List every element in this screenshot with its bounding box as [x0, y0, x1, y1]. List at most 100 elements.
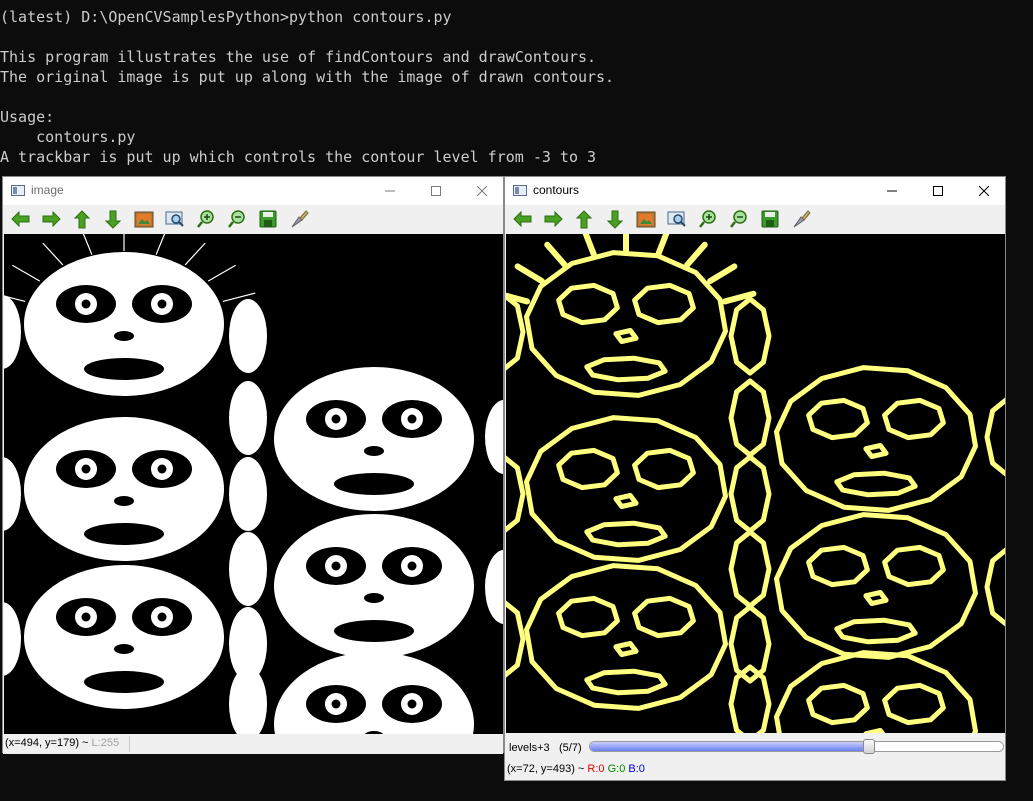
nose-contour	[863, 728, 886, 733]
trackbar-fill	[590, 742, 870, 751]
title-bar[interactable]: contours	[505, 177, 1005, 205]
ear-contour	[506, 600, 526, 678]
ear	[229, 381, 267, 455]
eye-contour	[806, 544, 870, 588]
face-contour	[774, 512, 978, 660]
pupil	[81, 464, 91, 474]
save-icon[interactable]	[759, 208, 781, 230]
image-window: image (x=494, y=179) ~ L:255	[2, 176, 504, 754]
close-button[interactable]	[961, 177, 1007, 205]
ear-contour	[728, 664, 772, 733]
contours-image	[506, 234, 1005, 733]
properties-icon[interactable]	[790, 208, 812, 230]
console-line: (latest) D:\OpenCVSamplesPython>python c…	[0, 8, 452, 26]
eye-contour	[556, 447, 620, 491]
eye-contour	[882, 682, 946, 726]
mouth	[84, 523, 164, 545]
mouth-contour	[834, 617, 918, 645]
title-bar[interactable]: image	[3, 177, 503, 205]
minimize-button[interactable]	[869, 177, 915, 205]
console-line: A trackbar is put up which controls the …	[0, 148, 597, 166]
ear-contour	[728, 378, 772, 458]
trackbar-slider[interactable]	[589, 741, 1004, 752]
status-bar: (x=494, y=179) ~ L:255	[3, 734, 503, 754]
arrow-up-icon[interactable]	[71, 208, 93, 230]
contours-canvas[interactable]	[506, 234, 1005, 733]
hair-stroke	[184, 242, 206, 266]
pupil	[81, 612, 91, 622]
arrow-down-icon[interactable]	[102, 208, 124, 230]
status-bar: (x=72, y=493) ~ R:0 G:0 B:0	[505, 760, 1005, 780]
face-contour	[774, 365, 978, 513]
nose-contour	[863, 590, 889, 606]
eye-contour	[556, 595, 620, 639]
ear	[4, 457, 21, 531]
face-contour	[774, 650, 978, 733]
arrow-right-icon[interactable]	[40, 208, 62, 230]
ear-contour	[984, 397, 1005, 477]
arrow-right-icon[interactable]	[542, 208, 564, 230]
image-canvas[interactable]	[4, 234, 503, 734]
ear	[485, 400, 503, 474]
hair-stroke	[207, 264, 236, 282]
image-icon[interactable]	[635, 208, 657, 230]
eye-contour	[556, 282, 620, 326]
hair-contour	[655, 234, 670, 258]
ear	[229, 457, 267, 531]
eye-contour	[882, 397, 946, 441]
face-contour	[524, 563, 728, 711]
trackbar-label: levels+3	[509, 742, 550, 754]
image-icon[interactable]	[133, 208, 155, 230]
mouth	[84, 358, 164, 380]
contours-window: contours levels+3 (5/7) (x=72, y=493) ~ …	[504, 176, 1006, 781]
console-line: contours.py	[0, 128, 136, 146]
close-button[interactable]	[459, 177, 505, 205]
arrow-up-icon[interactable]	[573, 208, 595, 230]
zoom-in-icon[interactable]	[697, 208, 719, 230]
trackbar-row: levels+3 (5/7)	[505, 738, 1005, 758]
hair-contour	[707, 263, 738, 285]
mouth	[334, 473, 414, 495]
maximize-button[interactable]	[413, 177, 459, 205]
zoom-in-icon[interactable]	[195, 208, 217, 230]
arrow-left-icon[interactable]	[511, 208, 533, 230]
source-image	[4, 234, 503, 734]
pupil	[407, 561, 417, 571]
arrow-left-icon[interactable]	[9, 208, 31, 230]
ear-contour	[506, 293, 526, 371]
minimize-button[interactable]	[367, 177, 413, 205]
zoom-out-icon[interactable]	[728, 208, 750, 230]
nose-contour	[863, 443, 889, 459]
console-line: Usage:	[0, 108, 55, 126]
trackbar-handle[interactable]	[863, 739, 875, 754]
maximize-button[interactable]	[915, 177, 961, 205]
eye-contour	[632, 282, 696, 326]
eye-contour	[806, 682, 870, 726]
zoom-fit-icon[interactable]	[666, 208, 688, 230]
ear	[485, 550, 503, 624]
status-divider	[129, 736, 130, 752]
pupil	[407, 414, 417, 424]
pupil	[331, 699, 341, 709]
zoom-fit-icon[interactable]	[164, 208, 186, 230]
eye-contour	[632, 595, 696, 639]
window-icon	[11, 185, 25, 196]
status-coords: (x=494, y=179) ~	[5, 737, 92, 749]
save-icon[interactable]	[257, 208, 279, 230]
properties-icon[interactable]	[288, 208, 310, 230]
ear-contour	[728, 296, 772, 376]
console-line: The original image is put up along with …	[0, 68, 615, 86]
pupil	[331, 414, 341, 424]
nose	[114, 496, 134, 506]
pupil	[157, 464, 167, 474]
nose-contour	[613, 641, 639, 657]
ear	[229, 299, 267, 373]
pupil	[157, 612, 167, 622]
mouth-contour	[584, 520, 668, 548]
nose-contour	[613, 493, 639, 509]
eye-contour	[806, 397, 870, 441]
mouth	[334, 620, 414, 642]
arrow-down-icon[interactable]	[604, 208, 626, 230]
zoom-out-icon[interactable]	[226, 208, 248, 230]
ear	[229, 532, 267, 606]
